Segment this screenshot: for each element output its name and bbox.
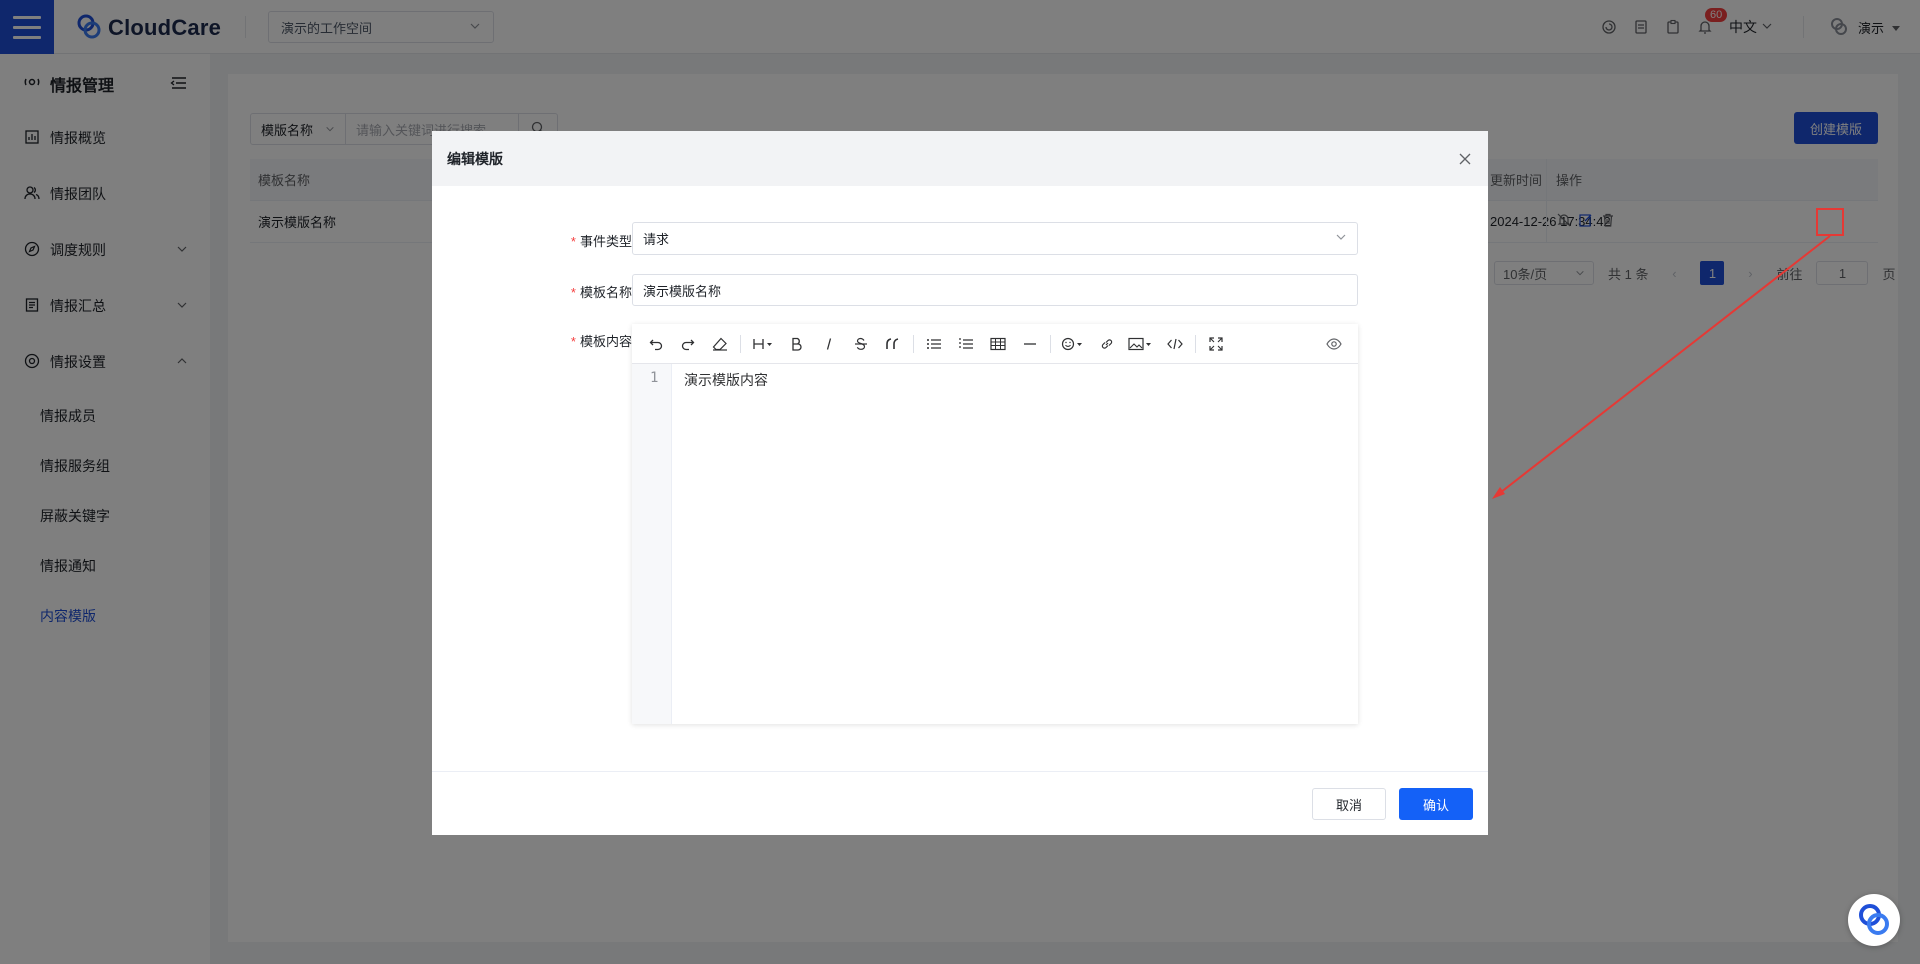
emoji-icon[interactable] [1055, 330, 1091, 358]
fullscreen-icon[interactable] [1200, 330, 1232, 358]
link-icon[interactable] [1091, 330, 1123, 358]
horizontal-rule-icon[interactable] [1014, 330, 1046, 358]
italic-icon[interactable] [813, 330, 845, 358]
code-icon[interactable] [1159, 330, 1191, 358]
line-number: 1 [632, 364, 672, 724]
close-icon[interactable] [1457, 151, 1473, 167]
confirm-button[interactable]: 确认 [1399, 788, 1473, 820]
template-content-text[interactable]: 演示模版内容 [672, 364, 780, 724]
table-icon[interactable] [982, 330, 1014, 358]
redo-icon[interactable] [672, 330, 704, 358]
annotation-highlight-box [1816, 208, 1844, 236]
divider [1050, 334, 1051, 353]
editor-toolbar [632, 324, 1358, 364]
image-icon[interactable] [1123, 330, 1159, 358]
event-type-label: * 事件类型 [570, 234, 632, 249]
strikethrough-icon[interactable] [845, 330, 877, 358]
cloudcare-logo-icon [1856, 901, 1892, 940]
cancel-button[interactable]: 取消 [1312, 788, 1386, 820]
template-content-label: * 模板内容 [570, 334, 632, 349]
event-type-value: 请求 [643, 232, 670, 247]
edit-template-dialog: 编辑模版 * 事件类型 请求 * 模板名称 演示模版名称 * 模板内容 1 演示… [432, 131, 1488, 835]
chevron-down-icon [1335, 231, 1347, 246]
heading-icon[interactable] [745, 330, 781, 358]
event-type-select[interactable]: 请求 [632, 222, 1358, 255]
ordered-list-icon[interactable] [950, 330, 982, 358]
dialog-header: 编辑模版 [432, 131, 1488, 186]
preview-eye-icon[interactable] [1318, 330, 1350, 358]
template-name-label: * 模板名称 [570, 285, 632, 300]
assistant-logo-button[interactable] [1848, 894, 1900, 946]
quote-icon[interactable] [877, 330, 909, 358]
bullet-list-icon[interactable] [918, 330, 950, 358]
eraser-icon[interactable] [704, 330, 736, 358]
template-name-input[interactable]: 演示模版名称 [632, 274, 1358, 306]
divider [1195, 334, 1196, 353]
undo-icon[interactable] [640, 330, 672, 358]
markdown-editor: 1 演示模版内容 [632, 324, 1358, 724]
editor-body[interactable]: 1 演示模版内容 [632, 364, 1358, 724]
divider [913, 334, 914, 353]
dialog-title: 编辑模版 [447, 150, 503, 167]
divider [740, 334, 741, 353]
dialog-footer: 取消 确认 [432, 771, 1488, 835]
bold-icon[interactable] [781, 330, 813, 358]
